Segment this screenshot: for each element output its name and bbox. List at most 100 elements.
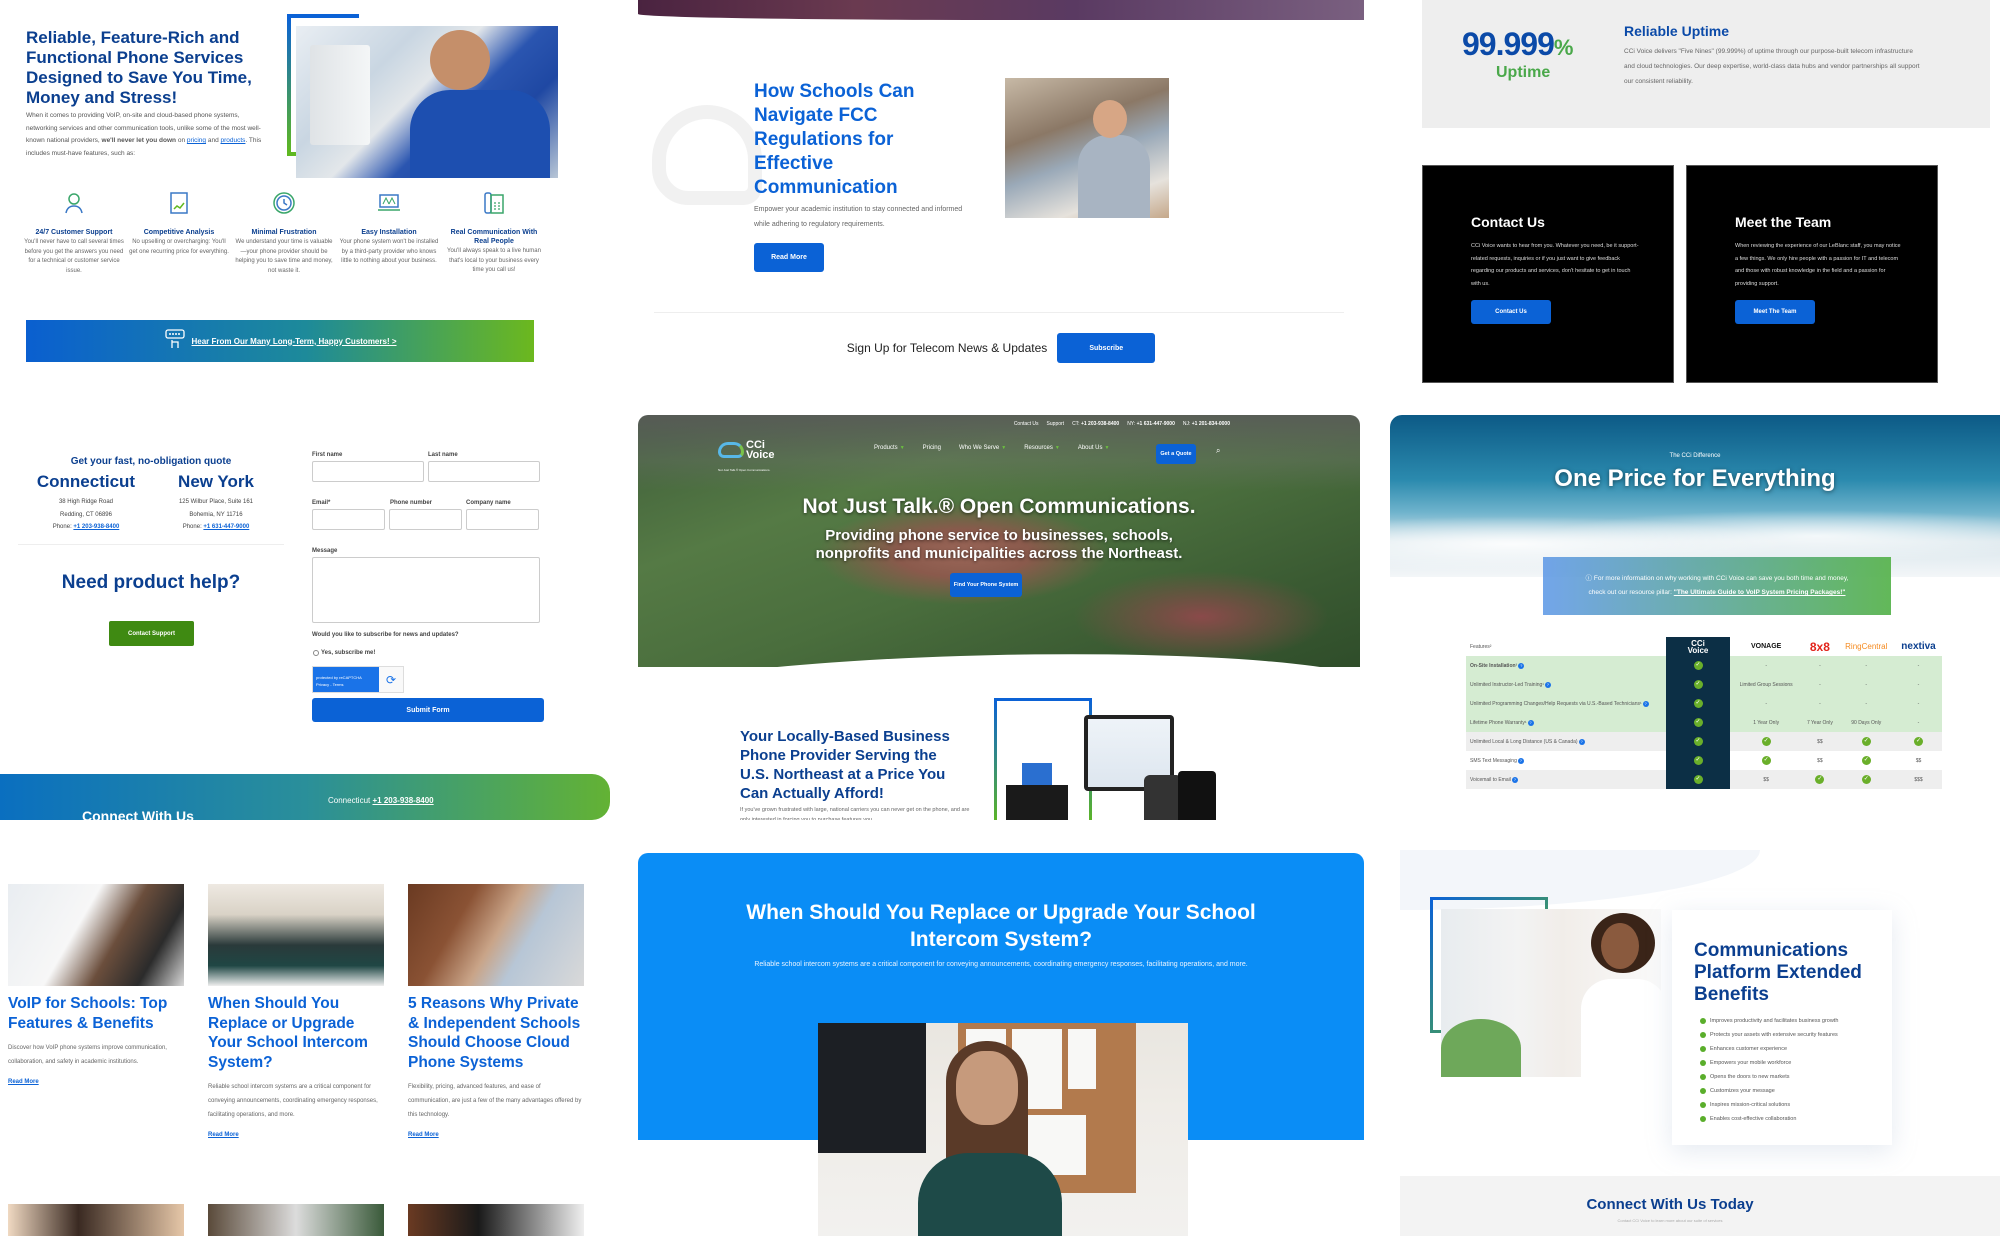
cell-value: - (1917, 719, 1920, 726)
email-input[interactable] (312, 509, 385, 530)
pricing-link[interactable]: pricing (187, 137, 206, 144)
address-line: 38 High Ridge Road (58, 499, 114, 505)
recaptcha-icon: ⟳ (379, 667, 403, 692)
blog-post-title[interactable]: 5 Reasons Why Private & Independent Scho… (408, 994, 584, 1072)
help-tooltip-icon[interactable]: ? (1517, 757, 1524, 764)
nav-who-we-serve[interactable]: Who We Serve ▼ (959, 445, 1006, 451)
rating-hand-icon (164, 328, 186, 355)
connect-today-title: Connect With Us Today (1586, 1196, 1754, 1213)
blog-thumbnail[interactable] (208, 1204, 384, 1236)
blog-thumbnail[interactable] (8, 1204, 184, 1236)
util-nj-phone[interactable]: NJ: +1 201-834-0000 (1183, 421, 1230, 427)
brand-nextiva: nextiva (1895, 637, 1942, 656)
location-name: Connecticut (36, 472, 136, 491)
card-title: Meet the Team (1735, 214, 1832, 230)
uptime-number: 99.999 (1462, 26, 1555, 62)
feature-desc: You'll never have to call several times … (24, 239, 124, 274)
subscribe-button[interactable]: Subscribe (1057, 333, 1156, 363)
comparison-cell: $$$ (1895, 770, 1942, 789)
blog-thumbnail[interactable] (408, 1204, 584, 1236)
meet-team-button[interactable]: Meet The Team (1735, 300, 1815, 324)
message-textarea[interactable] (312, 557, 540, 623)
feature-item: Competitive Analysis No upselling or ove… (129, 190, 229, 276)
help-tooltip-icon[interactable]: ? (1518, 662, 1525, 669)
footer-ct-phone-link[interactable]: +1 203-938-8400 (372, 796, 433, 805)
blog-post-card[interactable]: 5 Reasons Why Private & Independent Scho… (408, 884, 584, 1138)
feature-cell: Lifetime Phone Warranty¹? (1466, 713, 1666, 732)
check-icon: ✓ (1693, 680, 1703, 689)
first-name-input[interactable] (312, 461, 424, 482)
contact-us-button[interactable]: Contact Us (1471, 300, 1551, 324)
product-device-blue (1022, 763, 1052, 785)
benefits-panel: Communications Platform Extended Benefit… (1400, 850, 2000, 1236)
contact-support-button[interactable]: Contact Support (109, 621, 194, 646)
help-tooltip-icon[interactable]: ? (1544, 681, 1551, 688)
search-icon[interactable]: ⌕ (1216, 446, 1220, 456)
util-ct-phone[interactable]: CT: +1 203-938-8400 (1072, 421, 1119, 427)
nav-pricing[interactable]: Pricing (923, 445, 941, 451)
testimonials-link[interactable]: Hear From Our Many Long-Term, Happy Cust… (192, 337, 397, 346)
pricing-guide-link[interactable]: "The Ultimate Guide to VoIP System Prici… (1674, 589, 1846, 596)
blog-post-card[interactable]: When Should You Replace or Upgrade Your … (208, 884, 384, 1138)
nav-resources[interactable]: Resources ▼ (1024, 445, 1060, 451)
util-phone[interactable]: +1 203-938-8400 (1081, 421, 1119, 427)
util-support-link[interactable]: Support (1047, 421, 1065, 427)
util-phone[interactable]: +1 631-447-9000 (1137, 421, 1175, 427)
ny-phone-link[interactable]: +1 631-447-9000 (203, 524, 249, 530)
help-tooltip-icon[interactable]: ? (1642, 700, 1649, 707)
phone-input[interactable] (389, 509, 462, 530)
blog-post-title[interactable]: VoIP for Schools: Top Features & Benefit… (8, 994, 184, 1033)
util-phone[interactable]: +1 201-834-0000 (1192, 421, 1230, 427)
blog-post-card[interactable]: VoIP for Schools: Top Features & Benefit… (8, 884, 184, 1085)
photo-plant (1441, 1019, 1521, 1077)
help-tooltip-icon[interactable]: ? (1578, 738, 1585, 745)
support-agent-icon (61, 190, 87, 216)
help-tooltip-icon[interactable]: ? (1511, 776, 1518, 783)
nav-products[interactable]: Products ▼ (874, 445, 905, 451)
cell-value: - (1765, 700, 1767, 707)
get-quote-button[interactable]: Get a Quote (1156, 444, 1196, 464)
products-link[interactable]: products (221, 137, 246, 144)
read-more-link[interactable]: Read More (208, 1132, 384, 1138)
fcc-heading: How Schools Can Navigate FCC Regulations… (754, 81, 915, 198)
util-ny-phone[interactable]: NY: +1 631-447-9000 (1127, 421, 1175, 427)
agent-headset-photo (1441, 909, 1661, 1077)
last-name-input[interactable] (428, 461, 540, 482)
ct-phone-link[interactable]: +1 203-938-8400 (73, 524, 119, 530)
help-tooltip-icon[interactable]: ? (1527, 719, 1534, 726)
submit-form-button[interactable]: Submit Form (312, 698, 544, 722)
sky-hero (1390, 415, 2000, 577)
blog-image-intercom[interactable] (208, 884, 384, 986)
radio-circle[interactable] (313, 650, 319, 656)
chevron-down-icon: ▼ (1104, 445, 1110, 451)
util-contact-link[interactable]: Contact Us (1014, 421, 1039, 427)
blog-post-title[interactable]: When Should You Replace or Upgrade Your … (208, 994, 384, 1072)
cell-value: Limited Group Sessions (1739, 681, 1793, 688)
pricing-info-box: ⓘ For more information on why working wi… (1543, 557, 1891, 615)
read-more-button[interactable]: Read More (754, 243, 824, 272)
blog-image-cloud-phone[interactable] (408, 884, 584, 986)
find-phone-system-button[interactable]: Find Your Phone System (950, 573, 1022, 597)
recaptcha-links[interactable]: Privacy - Terms (316, 681, 376, 688)
read-more-link[interactable]: Read More (8, 1079, 184, 1085)
comparison-header-row: Features² CCi Voice VONAGE 8x8 RingCentra… (1466, 637, 1942, 656)
company-input[interactable] (466, 509, 539, 530)
cell-value: - (1917, 700, 1920, 707)
subscribe-radio[interactable]: Yes, subscribe me! (313, 650, 375, 656)
features-header: Features² (1470, 643, 1492, 650)
testimonials-banner[interactable]: Hear From Our Many Long-Term, Happy Cust… (26, 320, 534, 362)
recaptcha-badge[interactable]: protected by reCAPTCHA Privacy - Terms ⟳ (312, 666, 404, 693)
cell-value: $$ (1915, 757, 1922, 764)
comparison-row: Lifetime Phone Warranty¹? ✓ 1 Year Only 7 Y… (1466, 713, 1942, 732)
blog-image-teacher-video[interactable] (8, 884, 184, 986)
footer-phone: Connecticut +1 203-938-8400 (328, 796, 434, 805)
nav-label: Resources (1024, 445, 1053, 451)
read-more-link[interactable]: Read More (408, 1132, 584, 1138)
info-line: check out our resource pillar: "The Ulti… (1589, 586, 1846, 600)
nav-about-us[interactable]: About Us ▼ (1078, 445, 1110, 451)
uptime-label: Uptime (1496, 64, 1551, 81)
benefits-title: Communications Platform Extended Benefit… (1694, 940, 1862, 1005)
cell-value: - (1865, 662, 1868, 669)
cci-voice-logo[interactable]: CCi Voice Not Just Talk.® Open Communicat… (718, 440, 775, 472)
location-new-york: New York 125 Wilbur Place, Suite 161 Boh… (156, 472, 276, 534)
